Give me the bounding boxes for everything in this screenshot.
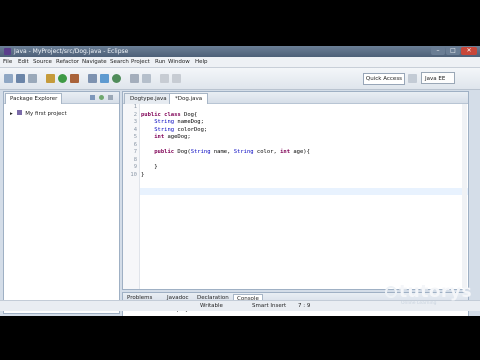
new-icon[interactable] bbox=[4, 74, 13, 83]
code-line-6: public Dog(String name, String color, in… bbox=[154, 149, 310, 155]
status-insert-mode: Smart Insert bbox=[252, 303, 287, 309]
tab-dogtype-java[interactable]: Dogtype.java bbox=[124, 93, 173, 104]
line-number: 3 bbox=[133, 119, 137, 125]
code-line-2: String nameDog; bbox=[154, 119, 204, 125]
title-bar: Java - MyProject/src/Dog.java - Eclipse … bbox=[0, 46, 480, 57]
code-text[interactable]: public class Dog{ String nameDog; String… bbox=[141, 104, 310, 202]
menu-help[interactable]: Help bbox=[195, 59, 208, 65]
close-button[interactable]: ✕ bbox=[461, 47, 477, 55]
line-number: 7 bbox=[133, 149, 137, 155]
line-numbers: 1 2 3 4 5 6 7 8 9 10 bbox=[123, 104, 137, 179]
print-icon[interactable] bbox=[28, 74, 37, 83]
status-writable: Writable bbox=[200, 303, 223, 309]
maximize-button[interactable]: □ bbox=[446, 47, 460, 55]
code-line-3: String colorDog; bbox=[154, 126, 208, 133]
tutorys-logo-icon bbox=[385, 286, 397, 298]
menu-refactor[interactable]: Refactor bbox=[56, 59, 79, 65]
tab-dog-java[interactable]: *Dog.java bbox=[169, 93, 209, 104]
back-icon[interactable] bbox=[160, 74, 169, 83]
editor-scrollbar[interactable] bbox=[462, 104, 467, 288]
link-editor-icon[interactable] bbox=[99, 95, 104, 100]
debug-icon[interactable] bbox=[46, 74, 55, 83]
expand-arrow-icon[interactable]: ▸ bbox=[10, 111, 13, 117]
quick-access-field[interactable]: Quick Access bbox=[363, 73, 405, 85]
window-title: Java - MyProject/src/Dog.java - Eclipse bbox=[14, 48, 129, 55]
screen: { "window": {"title": "Java - MyProject/… bbox=[0, 0, 480, 360]
menu-project[interactable]: Project bbox=[131, 59, 150, 65]
code-editor[interactable]: Dogtype.java *Dog.java 1 2 3 4 5 6 7 8 9… bbox=[122, 91, 469, 290]
forward-icon[interactable] bbox=[172, 74, 181, 83]
line-number: 8 bbox=[133, 156, 137, 163]
collapse-all-icon[interactable] bbox=[90, 95, 95, 100]
menu-navigate[interactable]: Navigate bbox=[82, 59, 107, 65]
menu-source[interactable]: Source bbox=[33, 59, 52, 65]
line-number: 1 bbox=[133, 104, 137, 110]
eclipse-app-icon bbox=[4, 48, 11, 55]
line-number: 9 bbox=[133, 164, 137, 170]
save-icon[interactable] bbox=[16, 74, 25, 83]
code-line-8: } bbox=[141, 164, 158, 170]
tab-package-explorer[interactable]: Package Explorer bbox=[5, 93, 63, 104]
line-number: 6 bbox=[133, 141, 137, 148]
brand-tagline: Online Learning bbox=[401, 301, 437, 306]
open-type-icon[interactable] bbox=[130, 74, 139, 83]
menu-search[interactable]: Search bbox=[110, 59, 129, 65]
open-perspective-icon[interactable] bbox=[408, 74, 417, 83]
minimize-button[interactable]: – bbox=[431, 47, 445, 55]
code-line-4: int ageDog; bbox=[154, 134, 191, 140]
explorer-tabbar: Package Explorer bbox=[4, 92, 119, 104]
code-line-9: } bbox=[141, 171, 145, 178]
menu-file[interactable]: File bbox=[3, 59, 12, 65]
line-number: 2 bbox=[133, 111, 137, 118]
menu-edit[interactable]: Edit bbox=[18, 59, 29, 65]
menu-window[interactable]: Window bbox=[168, 59, 190, 65]
new-package-icon[interactable] bbox=[100, 74, 109, 83]
new-java-project-icon[interactable] bbox=[88, 74, 97, 83]
menu-bar: File Edit Source Refactor Navigate Searc… bbox=[0, 57, 480, 68]
view-menu-icon[interactable] bbox=[108, 95, 113, 100]
external-tools-icon[interactable] bbox=[70, 74, 79, 83]
line-number: 5 bbox=[133, 134, 137, 140]
search-icon[interactable] bbox=[142, 74, 151, 83]
package-explorer: Package Explorer ▸ My first project bbox=[3, 91, 120, 314]
editor-tabbar: Dogtype.java *Dog.java bbox=[123, 92, 468, 104]
eclipse-window: Java - MyProject/src/Dog.java - Eclipse … bbox=[0, 46, 480, 316]
run-icon[interactable] bbox=[58, 74, 67, 83]
tutorys-watermark: tutorys Online Learning bbox=[383, 282, 473, 308]
status-cursor-position: 7 : 9 bbox=[298, 303, 311, 309]
code-line-1: public class Dog{ bbox=[141, 111, 198, 118]
toolbar: Quick Access Java EE bbox=[0, 68, 480, 90]
perspective-java-ee[interactable]: Java EE bbox=[421, 72, 455, 84]
new-class-icon[interactable] bbox=[112, 74, 121, 83]
project-name: My first project bbox=[25, 111, 67, 117]
line-number: 10 bbox=[130, 171, 137, 178]
tree-item-project[interactable]: ▸ My first project bbox=[10, 110, 67, 117]
menu-run[interactable]: Run bbox=[155, 59, 166, 65]
line-number: 4 bbox=[133, 126, 137, 133]
java-project-icon bbox=[16, 110, 22, 115]
brand-name: tutorys bbox=[399, 282, 473, 302]
